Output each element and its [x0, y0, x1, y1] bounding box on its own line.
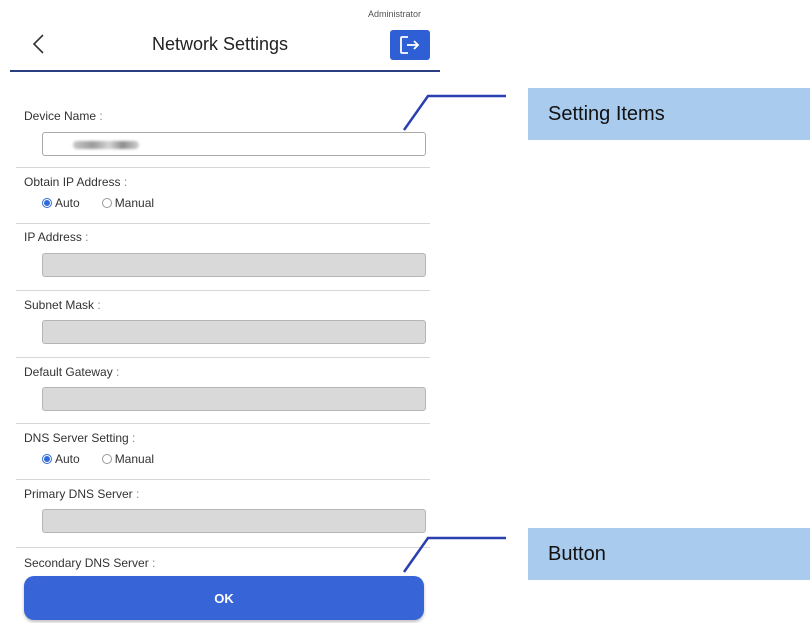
dns-auto-radio[interactable]: Auto	[42, 452, 80, 466]
primary-dns-section: Primary DNS Server :	[16, 480, 430, 548]
obtain-ip-auto-radio[interactable]: Auto	[42, 196, 80, 210]
device-name-section: Device Name :	[16, 90, 430, 168]
obtain-ip-label: Obtain IP Address :	[24, 175, 128, 189]
ok-button[interactable]: OK	[24, 576, 424, 620]
obtain-ip-manual-radio[interactable]: Manual	[101, 196, 154, 210]
ip-address-label: IP Address :	[24, 230, 89, 244]
button-callout: Button	[528, 528, 810, 580]
dns-setting-label: DNS Server Setting :	[24, 431, 136, 445]
device-name-label: Device Name :	[24, 109, 103, 123]
dns-manual-radio[interactable]: Manual	[101, 452, 154, 466]
secondary-dns-label: Secondary DNS Server :	[24, 556, 156, 570]
redacted-value	[73, 141, 139, 149]
ip-address-section: IP Address :	[16, 224, 430, 291]
primary-dns-input[interactable]	[42, 509, 426, 533]
logout-icon	[400, 36, 420, 54]
primary-dns-label: Primary DNS Server :	[24, 487, 140, 501]
radio-checked-icon	[42, 198, 52, 208]
page-title: Network Settings	[151, 34, 289, 54]
app-header: Administrator Network Settings	[0, 0, 440, 74]
subnet-mask-input[interactable]	[42, 320, 426, 344]
role-label: Administrator	[368, 9, 422, 19]
default-gateway-label: Default Gateway :	[24, 365, 120, 379]
obtain-ip-radio-group: Auto Manual	[42, 196, 176, 210]
network-settings-form: Device Name : Obtain IP Address : Auto M…	[16, 90, 430, 574]
setting-items-leader-line	[402, 94, 506, 131]
dns-setting-section: DNS Server Setting : Auto Manual	[16, 424, 430, 480]
radio-unchecked-icon	[101, 454, 112, 464]
default-gateway-input[interactable]	[42, 387, 426, 411]
radio-checked-icon	[42, 454, 52, 464]
radio-unchecked-icon	[101, 198, 112, 208]
subnet-mask-section: Subnet Mask :	[16, 291, 430, 358]
logout-button[interactable]	[390, 30, 430, 60]
device-name-input[interactable]	[42, 132, 426, 156]
header-divider	[10, 70, 440, 72]
button-leader-line	[402, 536, 506, 573]
subnet-mask-label: Subnet Mask :	[24, 298, 101, 312]
dns-setting-radio-group: Auto Manual	[42, 452, 176, 466]
obtain-ip-section: Obtain IP Address : Auto Manual	[16, 168, 430, 224]
default-gateway-section: Default Gateway :	[16, 358, 430, 424]
secondary-dns-section: Secondary DNS Server :	[16, 548, 430, 574]
ip-address-input[interactable]	[42, 253, 426, 277]
setting-items-callout: Setting Items	[528, 88, 810, 140]
